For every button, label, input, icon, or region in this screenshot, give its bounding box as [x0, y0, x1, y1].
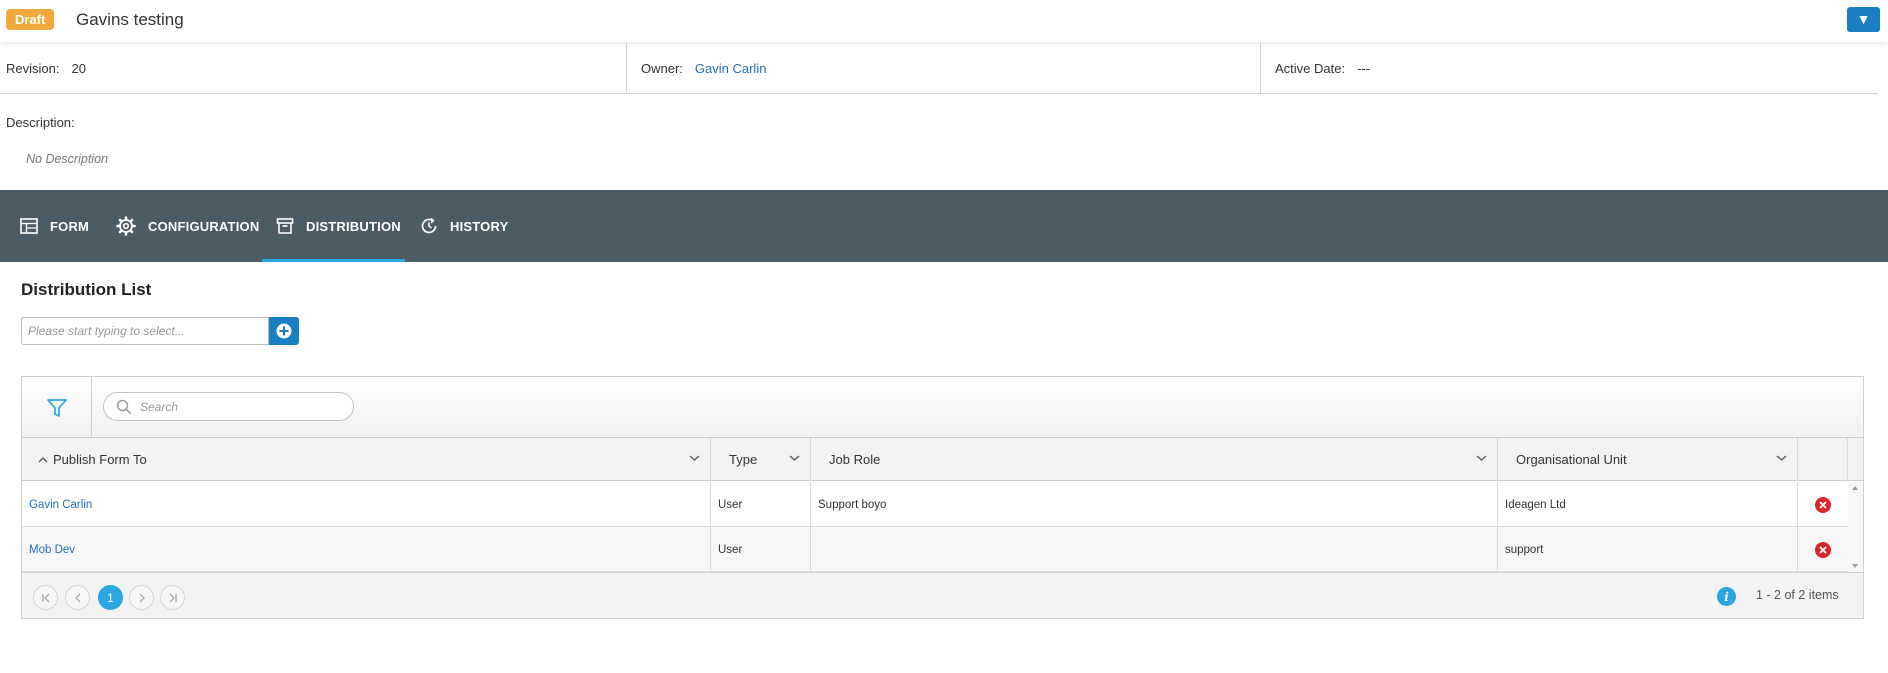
table-row: Mob Dev User support	[22, 527, 1848, 572]
plus-circle-icon	[276, 323, 292, 339]
cell-publish-to: Mob Dev	[22, 527, 711, 572]
description-value: No Description	[26, 152, 108, 166]
add-recipient-button[interactable]	[269, 317, 299, 345]
first-page-button[interactable]	[33, 585, 58, 610]
gear-icon	[116, 216, 136, 236]
last-page-icon	[169, 593, 177, 602]
distribution-grid: Publish Form To Type Job Role Organisati…	[21, 376, 1864, 619]
chevron-left-icon	[74, 593, 80, 602]
remove-recipient-button[interactable]	[1815, 496, 1831, 513]
archive-icon	[276, 218, 294, 234]
column-label: Organisational Unit	[1516, 452, 1627, 467]
recipient-picker-input[interactable]	[21, 317, 269, 345]
tab-configuration-label: CONFIGURATION	[148, 218, 260, 234]
close-icon	[1819, 500, 1827, 509]
chevron-down-icon[interactable]	[1776, 454, 1787, 462]
filter-button[interactable]	[22, 377, 92, 438]
tab-distribution-label: DISTRIBUTION	[306, 218, 401, 234]
tab-configuration[interactable]: CONFIGURATION	[116, 190, 259, 262]
description-label: Description:	[6, 115, 75, 130]
chevron-down-icon[interactable]	[689, 454, 700, 462]
table-row: Gavin Carlin User Support boyo Ideagen L…	[22, 482, 1848, 527]
scroll-down-arrow-icon[interactable]	[1852, 564, 1858, 568]
active-date-label: Active Date:	[1275, 61, 1346, 76]
cell-org-unit: support	[1498, 527, 1798, 572]
search-input[interactable]	[140, 397, 340, 417]
scroll-up-arrow-icon[interactable]	[1852, 486, 1858, 490]
tab-history-label: HISTORY	[450, 218, 509, 234]
cell-org-unit: Ideagen Ltd	[1498, 482, 1798, 527]
next-page-button[interactable]	[129, 585, 154, 610]
active-date-cell: Active Date: ---	[1260, 43, 1878, 94]
tab-form[interactable]: FORM	[20, 190, 89, 262]
filter-icon	[46, 398, 67, 417]
sort-ascending-icon	[38, 456, 48, 462]
cell-type: User	[711, 482, 811, 527]
column-header-actions	[1798, 438, 1848, 481]
vertical-scrollbar[interactable]	[1848, 482, 1863, 572]
column-label: Type	[729, 452, 758, 467]
section-title: Distribution List	[21, 280, 152, 299]
cell-type: User	[711, 527, 811, 572]
page-title: Gavins testing	[76, 10, 184, 29]
cell-job-role	[811, 527, 1498, 572]
recipient-link[interactable]: Mob Dev	[29, 544, 75, 556]
column-label: Job Role	[829, 452, 881, 467]
grid-header: Publish Form To Type Job Role Organisati…	[22, 438, 1863, 481]
meta-row: Revision: 20 Owner: Gavin Carlin Active …	[0, 43, 1878, 94]
tab-bar: FORM CONFIGURATION DISTRIBUTION HISTORY	[0, 190, 1888, 262]
chevron-right-icon	[139, 593, 145, 602]
recipient-link[interactable]: Gavin Carlin	[29, 499, 92, 511]
close-icon	[1819, 545, 1827, 554]
history-icon	[421, 217, 437, 234]
column-header-organisational-unit[interactable]: Organisational Unit	[1498, 438, 1798, 481]
search-icon	[116, 399, 132, 415]
cell-actions	[1798, 527, 1848, 572]
tab-history[interactable]: HISTORY	[420, 190, 508, 262]
table-icon	[20, 218, 38, 234]
revision-label: Revision:	[6, 61, 60, 76]
cell-job-role: Support boyo	[811, 482, 1498, 527]
pager-info: 1 - 2 of 2 items	[1756, 588, 1839, 602]
chevron-down-icon[interactable]	[1476, 454, 1487, 462]
page-header: Draft Gavins testing ▼	[0, 0, 1888, 42]
cell-publish-to: Gavin Carlin	[22, 482, 711, 527]
search-box	[103, 392, 354, 421]
info-icon: i	[1717, 587, 1736, 606]
column-header-type[interactable]: Type	[711, 438, 811, 481]
caret-down-icon: ▼	[1856, 11, 1871, 27]
status-badge: Draft	[6, 9, 55, 30]
tab-form-label: FORM	[50, 218, 90, 234]
revision-cell: Revision: 20	[6, 43, 626, 94]
active-date-value: ---	[1357, 61, 1371, 76]
owner-cell: Owner: Gavin Carlin	[626, 43, 1260, 94]
tab-distribution[interactable]: DISTRIBUTION	[262, 190, 405, 262]
last-page-button[interactable]	[160, 585, 185, 610]
revision-value: 20	[71, 61, 86, 76]
column-header-job-role[interactable]: Job Role	[811, 438, 1498, 481]
pager: 1 i 1 - 2 of 2 items	[22, 572, 1863, 618]
remove-recipient-button[interactable]	[1815, 541, 1831, 558]
page-number-button[interactable]: 1	[98, 585, 123, 610]
previous-page-button[interactable]	[65, 585, 90, 610]
cell-actions	[1798, 482, 1848, 527]
column-header-publish-form-to[interactable]: Publish Form To	[22, 438, 711, 481]
actions-dropdown-button[interactable]: ▼	[1847, 7, 1880, 32]
chevron-down-icon[interactable]	[789, 454, 800, 462]
first-page-icon	[41, 593, 49, 602]
owner-label: Owner:	[641, 61, 683, 76]
owner-link[interactable]: Gavin Carlin	[695, 61, 767, 76]
grid-toolbar	[22, 377, 1863, 438]
column-label: Publish Form To	[53, 452, 147, 467]
